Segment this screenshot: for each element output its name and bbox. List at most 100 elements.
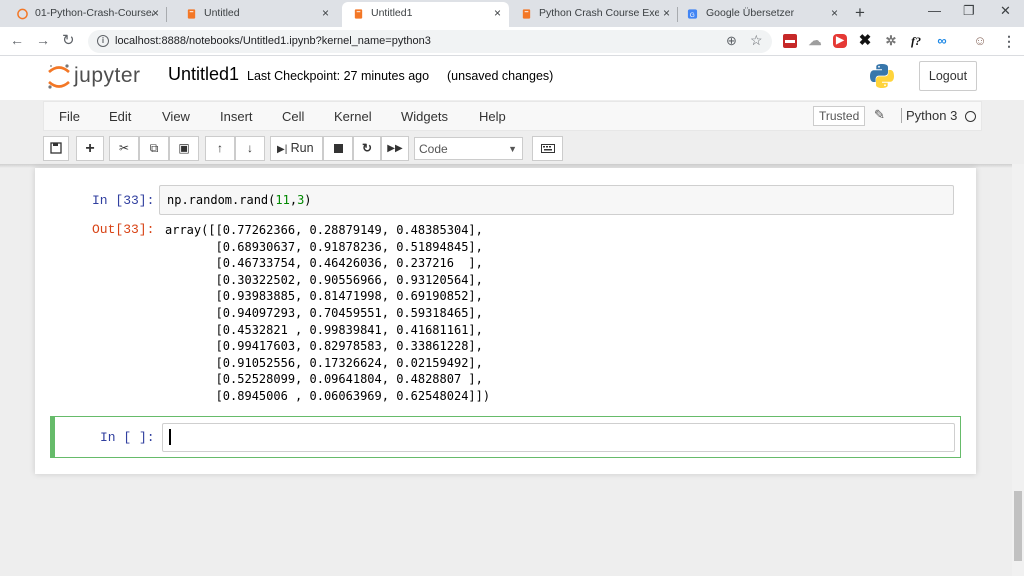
- paste-icon: ▣: [178, 141, 190, 155]
- browser-tab[interactable]: Untitled ×: [170, 2, 337, 27]
- link-extension-icon[interactable]: ∞: [935, 34, 949, 48]
- cell-type-value: Code: [419, 142, 448, 156]
- restart-icon: ↻: [361, 141, 373, 155]
- logo-wordmark: jupyter: [74, 64, 141, 87]
- video-extension-icon[interactable]: ▶: [833, 34, 847, 48]
- pencil-icon[interactable]: ✎: [874, 107, 885, 123]
- tab-title: Untitled1: [371, 7, 413, 19]
- translate-favicon: G: [687, 9, 698, 19]
- move-up-button[interactable]: ↑: [205, 136, 235, 161]
- profile-avatar-icon[interactable]: ☺: [973, 34, 987, 48]
- logout-button[interactable]: Logout: [919, 61, 977, 91]
- close-icon[interactable]: ×: [663, 6, 670, 20]
- save-icon: [50, 142, 62, 154]
- close-icon[interactable]: ×: [152, 6, 159, 20]
- command-palette-button[interactable]: [532, 136, 563, 161]
- menu-view[interactable]: View: [162, 109, 190, 124]
- maximize-button[interactable]: ❐: [963, 3, 975, 19]
- copy-button[interactable]: ⧉: [139, 136, 169, 161]
- url-text[interactable]: localhost:8888/notebooks/Untitled1.ipynb…: [115, 35, 431, 47]
- menu-file[interactable]: File: [59, 109, 80, 124]
- kernel-idle-indicator: [965, 111, 976, 122]
- jupyter-menubar: File Edit View Insert Cell Kernel Widget…: [43, 101, 982, 131]
- text-cursor: [169, 429, 171, 445]
- address-bar[interactable]: i localhost:8888/notebooks/Untitled1.ipy…: [88, 30, 772, 53]
- code-input[interactable]: np.random.rand(11,3): [159, 185, 954, 215]
- svg-text:G: G: [690, 12, 695, 19]
- jupyter-logo-icon: [48, 64, 70, 89]
- page-scrollbar[interactable]: [1012, 164, 1024, 576]
- restart-button[interactable]: ↻: [353, 136, 381, 161]
- stop-icon: [333, 144, 343, 153]
- close-icon[interactable]: ×: [494, 6, 501, 20]
- run-icon: ▶|: [277, 144, 288, 155]
- minimize-button[interactable]: —: [928, 3, 941, 18]
- browser-tab[interactable]: 01-Python-Crash-Course/ ×: [0, 2, 167, 27]
- scissors-icon: ✂: [118, 141, 130, 155]
- cell-type-select[interactable]: Code ▼: [414, 137, 523, 160]
- plus-icon: +: [85, 140, 95, 157]
- puzzle-extension-icon[interactable]: ✲: [884, 34, 898, 48]
- code-content: np.random.rand(11,3): [167, 193, 312, 207]
- reload-button[interactable]: ↻: [62, 31, 75, 49]
- copy-icon: ⧉: [149, 141, 159, 155]
- cut-button[interactable]: ✂: [109, 136, 139, 161]
- close-window-button[interactable]: ✕: [1000, 3, 1011, 19]
- scrollbar-thumb[interactable]: [1014, 491, 1022, 561]
- tab-title: Google Übersetzer: [706, 7, 795, 19]
- browser-toolbar: ← → ↻ i localhost:8888/notebooks/Untitle…: [0, 27, 1024, 56]
- notebook-favicon: [522, 9, 531, 19]
- input-prompt: In [33]:: [92, 193, 155, 208]
- arrow-down-icon: ↓: [247, 141, 253, 155]
- insert-cell-button[interactable]: +: [76, 136, 104, 161]
- new-tab-button[interactable]: +: [855, 3, 865, 23]
- move-down-button[interactable]: ↓: [235, 136, 265, 161]
- bookmark-star-icon[interactable]: ☆: [750, 32, 763, 49]
- paste-button[interactable]: ▣: [169, 136, 199, 161]
- menu-widgets[interactable]: Widgets: [401, 109, 448, 124]
- browser-tab[interactable]: G Google Übersetzer ×: [679, 2, 846, 27]
- site-info-icon[interactable]: i: [97, 35, 109, 47]
- tab-title: Untitled: [204, 7, 240, 19]
- formula-extension-icon[interactable]: f?: [909, 34, 923, 48]
- browser-tab[interactable]: Python Crash Course Exerci ×: [511, 2, 678, 27]
- notebook-favicon: [187, 9, 196, 19]
- run-button[interactable]: ▶| Run: [270, 136, 323, 161]
- arrow-up-icon: ↑: [217, 141, 223, 155]
- menu-kernel[interactable]: Kernel: [334, 109, 372, 124]
- code-text[interactable]: np.random.rand(11,3): [167, 193, 312, 207]
- tab-title: 01-Python-Crash-Course/: [35, 7, 153, 19]
- tools-extension-icon[interactable]: ✖: [858, 33, 872, 48]
- jupyter-toolbar: + ✂ ⧉ ▣ ↑ ↓ ▶| Run ↻ ▶▶ Code ▼: [43, 136, 982, 164]
- menu-insert[interactable]: Insert: [220, 109, 253, 124]
- notebook-name[interactable]: Untitled1: [168, 64, 239, 85]
- menu-cell[interactable]: Cell: [282, 109, 304, 124]
- menu-edit[interactable]: Edit: [109, 109, 131, 124]
- selected-cell[interactable]: In [ ]:: [50, 416, 961, 458]
- tab-separator: [166, 7, 167, 22]
- browser-tab-active[interactable]: Untitled1 ×: [342, 2, 509, 27]
- autosave-status: (unsaved changes): [447, 69, 554, 83]
- tab-separator: [677, 7, 678, 22]
- jupyter-logo[interactable]: jupyter: [46, 62, 156, 92]
- zoom-icon[interactable]: ⊕: [726, 33, 737, 49]
- keyboard-icon: [540, 144, 555, 153]
- kernel-name[interactable]: Python 3: [901, 108, 957, 123]
- back-button[interactable]: ←: [10, 32, 24, 48]
- code-input[interactable]: [162, 423, 955, 452]
- jupyter-favicon: [17, 8, 28, 20]
- checkpoint-status: Last Checkpoint: 27 minutes ago: [247, 69, 430, 83]
- jupyter-header: jupyter Untitled1 Last Checkpoint: 27 mi…: [0, 56, 1024, 100]
- forward-button[interactable]: →: [36, 32, 50, 48]
- restart-run-all-button[interactable]: ▶▶: [381, 136, 409, 161]
- close-icon[interactable]: ×: [831, 6, 838, 20]
- save-button[interactable]: [43, 136, 69, 161]
- notebook-container: In [33]: np.random.rand(11,3) Out[33]: a…: [35, 168, 976, 474]
- close-icon[interactable]: ×: [322, 6, 329, 20]
- extension-icon[interactable]: ▬: [783, 34, 797, 48]
- trusted-badge[interactable]: Trusted: [813, 106, 866, 126]
- browser-menu-icon[interactable]: ⋮: [1002, 34, 1016, 48]
- menu-help[interactable]: Help: [479, 109, 506, 124]
- interrupt-button[interactable]: [323, 136, 353, 161]
- cloud-extension-icon[interactable]: ☁: [808, 34, 822, 48]
